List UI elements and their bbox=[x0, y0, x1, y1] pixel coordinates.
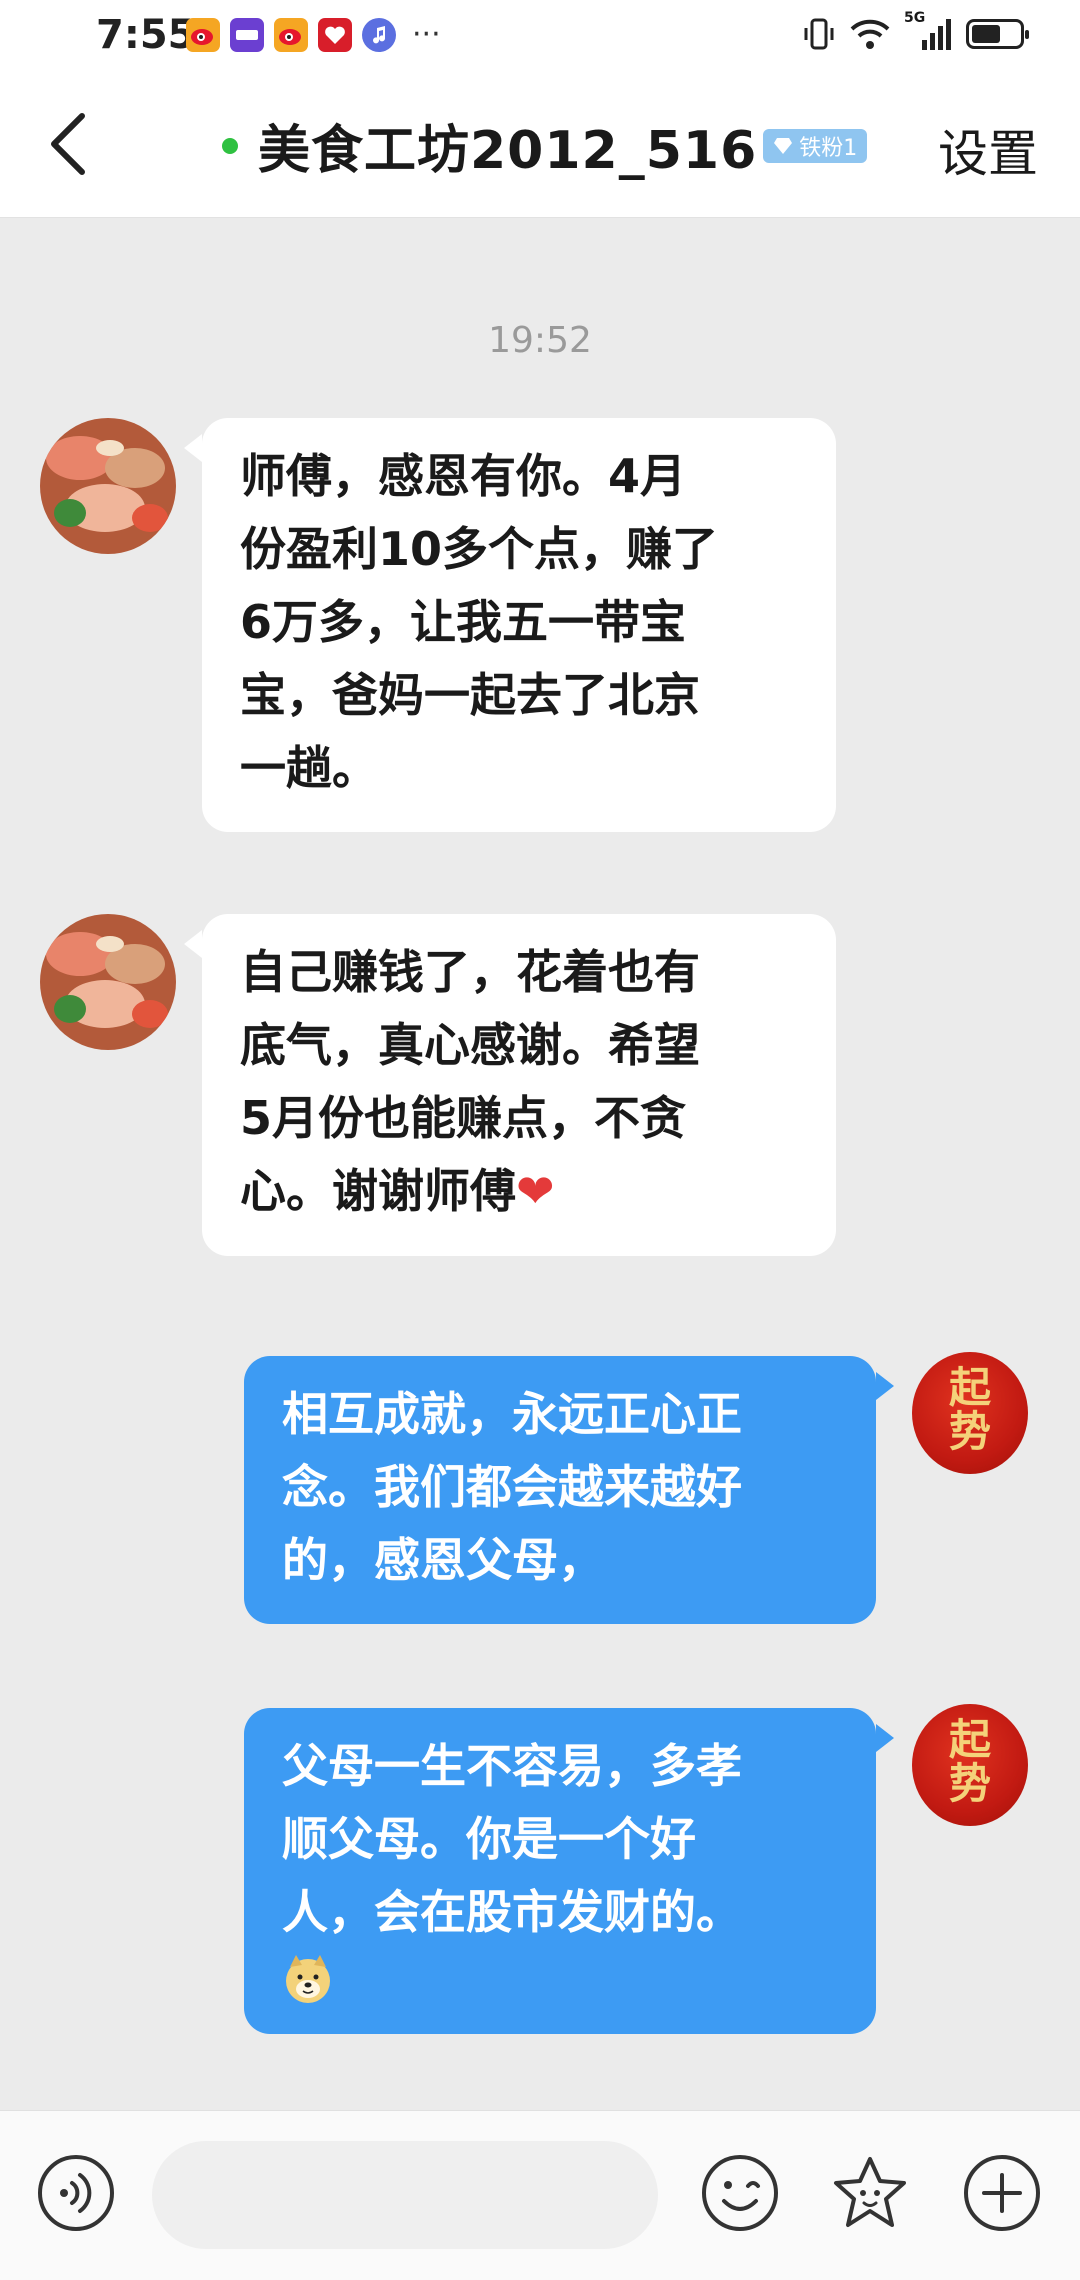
message-input[interactable] bbox=[152, 2141, 658, 2249]
message-timestamp: 19:52 bbox=[488, 320, 592, 361]
message-bubble-outgoing[interactable]: 相互成就，永远正心正 念。我们都会越来越好 的，感恩父母， bbox=[244, 1356, 876, 1624]
sticker-button[interactable] bbox=[830, 2153, 910, 2233]
voice-icon bbox=[38, 2155, 114, 2231]
status-indicators: 5G bbox=[802, 10, 1029, 52]
cellular-signal-icon: 5G bbox=[904, 10, 952, 52]
status-app-icons: ··· bbox=[186, 18, 441, 52]
shenpi-icon bbox=[230, 18, 264, 52]
message-bubble-incoming[interactable]: 自己赚钱了，花着也有 底气，真心感谢。希望 5月份也能赚点，不贪 心。谢谢师傅❤ bbox=[202, 914, 836, 1256]
emoji-button[interactable] bbox=[700, 2153, 780, 2233]
back-button[interactable] bbox=[42, 106, 102, 182]
food-avatar-image bbox=[40, 914, 176, 1050]
chat-title-area[interactable]: 美食工坊2012_516 铁粉1 bbox=[222, 108, 868, 183]
settings-button[interactable]: 设置 bbox=[938, 114, 1038, 186]
input-bar bbox=[0, 2110, 1080, 2280]
star-sticker-icon bbox=[834, 2157, 906, 2227]
music-icon bbox=[362, 18, 396, 52]
fan-badge: 铁粉1 bbox=[763, 128, 868, 163]
online-status-dot bbox=[222, 137, 238, 154]
wifi-icon bbox=[850, 19, 890, 49]
chat-header: 美食工坊2012_516 铁粉1 设置 bbox=[0, 72, 1080, 218]
more-notifications-icon: ··· bbox=[412, 17, 441, 52]
vibrate-icon bbox=[804, 18, 834, 50]
status-bar: 7:55 ··· 5G bbox=[0, 0, 1080, 72]
message-bubble-outgoing[interactable]: 父母一生不容易，多孝 顺父母。你是一个好 人，会在股市发财的。 bbox=[244, 1708, 876, 2034]
diamond-icon bbox=[774, 137, 793, 154]
smiley-icon bbox=[702, 2155, 778, 2231]
contact-avatar[interactable] bbox=[40, 418, 176, 554]
contact-avatar[interactable] bbox=[40, 914, 176, 1050]
food-avatar-image bbox=[40, 418, 176, 554]
doge-emoji-icon bbox=[286, 1955, 330, 2003]
chevron-left-icon bbox=[51, 113, 85, 175]
status-time: 7:55 bbox=[96, 12, 196, 58]
heart-app-icon bbox=[318, 18, 352, 52]
battery-icon bbox=[966, 19, 1029, 49]
heart-emoji: ❤ bbox=[516, 1164, 555, 1218]
more-options-button[interactable] bbox=[962, 2153, 1042, 2233]
message-bubble-incoming[interactable]: 师傅，感恩有你。4月 份盈利10多个点，赚了 6万多，让我五一带宝 宝，爸妈一起… bbox=[202, 418, 836, 832]
self-avatar[interactable]: 起 势 bbox=[912, 1704, 1028, 1826]
voice-input-button[interactable] bbox=[36, 2153, 116, 2233]
plus-icon bbox=[964, 2155, 1040, 2231]
self-avatar[interactable]: 起 势 bbox=[912, 1352, 1028, 1474]
weibo-icon bbox=[274, 18, 308, 52]
chat-title: 美食工坊2012_516 bbox=[258, 121, 758, 181]
weibo-icon bbox=[186, 18, 220, 52]
fan-badge-label: 铁粉1 bbox=[799, 135, 858, 161]
